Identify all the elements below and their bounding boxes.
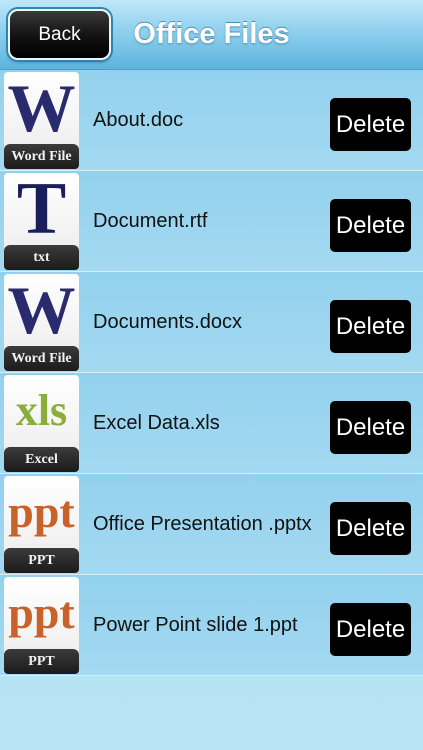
delete-button[interactable]: Delete	[330, 300, 411, 353]
file-type-tag: PPT	[4, 548, 79, 573]
excel-file-icon: xls Excel	[4, 375, 79, 472]
file-row[interactable]: xls Excel Excel Data.xls Delete	[0, 373, 423, 474]
delete-button[interactable]: Delete	[330, 603, 411, 656]
file-name: Office Presentation .pptx	[93, 512, 312, 535]
word-file-icon: W Word File	[4, 72, 79, 169]
word-file-icon: W Word File	[4, 274, 79, 371]
file-name: Power Point slide 1.ppt	[93, 613, 298, 636]
xls-glyph: xls	[15, 386, 68, 435]
file-type-tag: txt	[4, 245, 79, 270]
file-row[interactable]: T txt Document.rtf Delete	[0, 171, 423, 272]
file-type-tag: Excel	[4, 447, 79, 472]
file-row[interactable]: ppt PPT Power Point slide 1.ppt Delete	[0, 575, 423, 676]
file-list: W Word File About.doc Delete T txt Docum…	[0, 70, 423, 676]
delete-button[interactable]: Delete	[330, 199, 411, 252]
ppt-file-icon: ppt PPT	[4, 476, 79, 573]
txt-glyph: T	[16, 173, 67, 250]
ppt-glyph: ppt	[8, 486, 75, 537]
back-button[interactable]: Back	[8, 9, 111, 60]
delete-button[interactable]: Delete	[330, 98, 411, 151]
txt-file-icon: T txt	[4, 173, 79, 270]
file-type-tag: Word File	[4, 144, 79, 169]
word-glyph: W	[7, 274, 76, 348]
file-type-tag: Word File	[4, 346, 79, 371]
delete-button[interactable]: Delete	[330, 401, 411, 454]
file-name: Documents.docx	[93, 310, 242, 333]
file-name: Document.rtf	[93, 209, 208, 232]
word-glyph: W	[7, 72, 76, 146]
delete-button[interactable]: Delete	[330, 502, 411, 555]
file-name: Excel Data.xls	[93, 411, 220, 434]
navigation-bar: Back Office Files	[0, 0, 423, 70]
ppt-glyph: ppt	[8, 587, 75, 638]
file-type-tag: PPT	[4, 649, 79, 674]
file-row[interactable]: ppt PPT Office Presentation .pptx Delete	[0, 474, 423, 575]
file-row[interactable]: W Word File About.doc Delete	[0, 70, 423, 171]
ppt-file-icon: ppt PPT	[4, 577, 79, 674]
file-name: About.doc	[93, 108, 184, 131]
file-row[interactable]: W Word File Documents.docx Delete	[0, 272, 423, 373]
